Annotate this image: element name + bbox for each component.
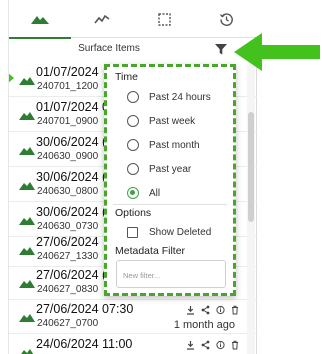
option-label: All	[149, 188, 161, 199]
section-divider	[113, 204, 227, 205]
mountain-icon	[21, 349, 34, 354]
left-edge-strip	[0, 0, 9, 354]
item-date: 01/07/2024	[36, 65, 99, 79]
mountain-icon	[19, 280, 35, 288]
scroll-thumb[interactable]	[248, 112, 254, 222]
trend-line-icon	[94, 14, 110, 24]
delete-icon[interactable]	[231, 305, 239, 315]
mountain-icon	[19, 147, 35, 155]
option-label: Past year	[149, 164, 192, 175]
filter-icon[interactable]	[214, 42, 228, 56]
mountain-icon	[19, 77, 35, 85]
list-item[interactable]: 24/06/2024 11:00	[9, 334, 257, 354]
download-icon[interactable]	[186, 305, 195, 315]
item-name: 240701_0900	[37, 116, 99, 127]
item-date: 01/07/2024 0	[36, 100, 109, 114]
mountain-icon	[19, 182, 35, 190]
info-icon[interactable]	[216, 340, 225, 350]
metadata-filter-label: Metadata Filter	[115, 245, 186, 257]
item-name: 240701_1200	[37, 81, 99, 92]
time-section-label: Time	[115, 71, 138, 83]
download-icon[interactable]	[186, 340, 195, 350]
item-name: 240627_0830	[37, 284, 99, 295]
panel-header: Surface Items	[9, 38, 257, 62]
item-name: 240630_0900	[37, 151, 99, 162]
item-name: 240630_0800	[37, 186, 99, 197]
item-name: 240627_1330	[37, 251, 99, 262]
mountain-icon	[19, 112, 35, 120]
show-deleted-checkbox[interactable]	[127, 227, 138, 238]
panel-title: Surface Items	[78, 43, 140, 54]
options-section-label: Options	[115, 207, 152, 219]
list-scrollbar[interactable]	[247, 62, 255, 354]
item-date: 27/06/2024 07:30	[36, 302, 134, 316]
mountain-icon	[31, 16, 49, 24]
share-icon[interactable]	[201, 305, 210, 315]
info-icon[interactable]	[216, 305, 225, 315]
select-box-icon	[157, 12, 171, 26]
filter-popup: Time Past 24 hours Past week Past month …	[104, 64, 236, 296]
item-date: 27/06/2024	[36, 235, 99, 249]
share-icon[interactable]	[201, 340, 210, 350]
radio-past-week[interactable]	[127, 115, 139, 127]
current-item-marker	[9, 72, 14, 84]
option-label: Past month	[149, 140, 200, 151]
option-label: Past week	[149, 116, 196, 127]
mountain-icon	[19, 314, 35, 322]
option-label: Past 24 hours	[149, 92, 211, 103]
pointer-arrow-icon	[234, 33, 320, 71]
radio-past-year[interactable]	[127, 163, 139, 175]
radio-past-month[interactable]	[127, 139, 139, 151]
tab-trend[interactable]	[71, 0, 133, 38]
tab-surfaces[interactable]	[9, 0, 71, 39]
mountain-icon	[19, 217, 35, 225]
tab-selection[interactable]	[133, 0, 195, 38]
item-name: 240630_0730	[37, 221, 99, 232]
tab-bar	[9, 0, 257, 39]
mountain-icon	[19, 247, 35, 255]
history-icon	[219, 12, 233, 26]
item-relative-time: 1 month ago	[173, 319, 235, 331]
radio-all[interactable]	[127, 187, 139, 199]
show-deleted-label: Show Deleted	[149, 227, 212, 238]
item-actions	[186, 340, 239, 350]
metadata-filter-input[interactable]: New filter...	[116, 260, 226, 288]
item-name: 240627_0700	[37, 318, 99, 329]
item-date: 27/06/2024 (	[36, 268, 107, 282]
item-actions	[186, 305, 239, 315]
item-date: 30/06/2024 (	[36, 135, 107, 149]
delete-icon[interactable]	[231, 340, 239, 350]
item-date: 24/06/2024 11:00	[36, 337, 133, 351]
item-date: 30/06/2024 (	[36, 170, 107, 184]
list-item[interactable]: 27/06/2024 07:30 240627_0700 1 month ago	[9, 299, 257, 334]
radio-past-24-hours[interactable]	[127, 91, 139, 103]
item-date: 30/06/2024 (	[36, 205, 107, 219]
